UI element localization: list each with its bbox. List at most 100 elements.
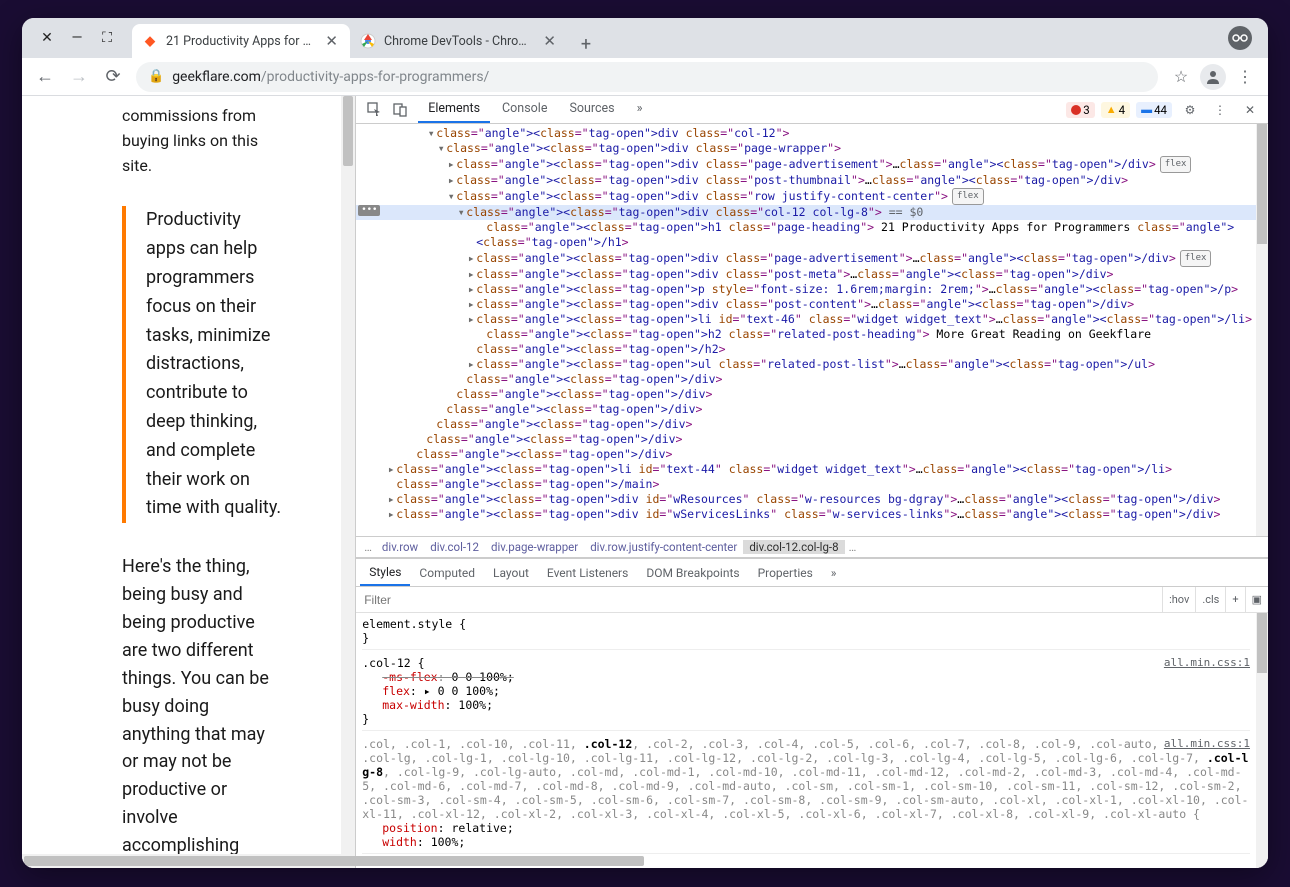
hov-button[interactable]: :hov xyxy=(1162,587,1195,612)
tab-devtools-docs[interactable]: Chrome DevTools - Chrome ✕ xyxy=(350,24,568,58)
tab-event-listeners[interactable]: Event Listeners xyxy=(538,561,637,585)
dom-node[interactable]: class="angle"><class="tag-open">/div> xyxy=(356,387,1256,402)
dom-node[interactable]: ▾class="angle"><class="tag-open">div cla… xyxy=(356,188,1256,205)
dom-node[interactable]: ▸class="angle"><class="tag-open">div cla… xyxy=(356,267,1256,282)
error-badge[interactable]: 3 xyxy=(1066,102,1094,118)
dom-node[interactable]: ▸class="angle"><class="tag-open">div cla… xyxy=(356,173,1256,188)
breadcrumb-overflow-icon[interactable]: … xyxy=(845,540,861,554)
url-text: geekflare.com/productivity-apps-for-prog… xyxy=(172,69,489,85)
dom-node[interactable]: ▸class="angle"><class="tag-open">li id="… xyxy=(356,312,1256,327)
devtools-panel: Elements Console Sources » 3 ▲4 ▬44 ⚙ ⋮ … xyxy=(355,96,1268,868)
dom-node[interactable]: ▾class="angle"><class="tag-open">div cla… xyxy=(356,141,1256,156)
dom-node[interactable]: ▸class="angle"><class="tag-open">ul clas… xyxy=(356,357,1256,372)
dom-scrollbar[interactable] xyxy=(1256,124,1268,536)
dom-node[interactable]: ▸class="angle"><class="tag-open">li id="… xyxy=(356,462,1256,477)
dom-node[interactable]: class="angle"><class="tag-open">/div> xyxy=(356,432,1256,447)
tab-properties[interactable]: Properties xyxy=(749,561,822,585)
menu-icon[interactable]: ⋮ xyxy=(1230,62,1260,92)
dom-node[interactable]: class="angle"><class="tag-open">/div> xyxy=(356,402,1256,417)
maximize-window-icon[interactable]: ⛶ xyxy=(100,31,114,45)
tab-close-icon[interactable]: ✕ xyxy=(541,32,558,50)
horizontal-scrollbar[interactable] xyxy=(22,854,341,868)
breadcrumb-overflow-icon[interactable]: … xyxy=(360,540,376,554)
tab-title: Chrome DevTools - Chrome xyxy=(384,34,533,49)
tab-layout[interactable]: Layout xyxy=(484,561,538,585)
dom-node[interactable]: class="angle"><class="tag-open">/div> xyxy=(356,417,1256,432)
devtools-main-tabs: Elements Console Sources » xyxy=(418,96,652,123)
paragraph: Here's the thing, being busy and being p… xyxy=(122,553,281,868)
new-tab-button[interactable]: + xyxy=(572,30,600,58)
devtools-header-right: 3 ▲4 ▬44 ⚙ ⋮ ✕ xyxy=(1066,99,1262,121)
minimize-window-icon[interactable]: — xyxy=(70,31,84,45)
dom-node[interactable]: class="angle"><class="tag-open">h2 class… xyxy=(356,327,1256,357)
dom-node[interactable]: class="angle"><class="tag-open">/div> xyxy=(356,447,1256,462)
tab-dom-breakpoints[interactable]: DOM Breakpoints xyxy=(637,561,748,585)
dom-node[interactable]: ▸class="angle"><class="tag-open">p style… xyxy=(356,282,1256,297)
address-bar[interactable]: 🔒 geekflare.com/productivity-apps-for-pr… xyxy=(136,62,1158,92)
device-toggle-icon[interactable] xyxy=(388,99,412,121)
settings-icon[interactable]: ⚙ xyxy=(1178,99,1202,121)
tab-elements[interactable]: Elements xyxy=(418,96,490,123)
tab-close-icon[interactable]: ✕ xyxy=(323,32,340,50)
computed-sidebar-icon[interactable]: ▣ xyxy=(1245,587,1268,612)
toolbar-right: ☆ ⋮ xyxy=(1166,62,1260,92)
tab-sources[interactable]: Sources xyxy=(559,96,624,123)
tab-title: 21 Productivity Apps for Pro xyxy=(166,34,315,49)
dom-node[interactable]: class="angle"><class="tag-open">h1 class… xyxy=(356,220,1256,250)
tab-overflow-icon[interactable]: » xyxy=(822,561,846,585)
incognito-icon[interactable] xyxy=(1228,26,1252,50)
error-count: 3 xyxy=(1083,103,1089,117)
dom-node[interactable]: ▾class="angle"><class="tag-open">div cla… xyxy=(356,126,1256,141)
tab-computed[interactable]: Computed xyxy=(410,561,484,585)
tab-console[interactable]: Console xyxy=(492,96,557,123)
dom-node[interactable]: ▸class="angle"><class="tag-open">div cla… xyxy=(356,250,1256,267)
forward-button[interactable]: → xyxy=(64,62,94,92)
dom-tree[interactable]: ▾class="angle"><class="tag-open">div cla… xyxy=(356,124,1256,536)
content-area: commissions from buying links on this si… xyxy=(22,96,1268,868)
reload-button[interactable]: ⟳ xyxy=(98,62,128,92)
tab-styles[interactable]: Styles xyxy=(360,560,410,586)
breadcrumb-item[interactable]: div.page-wrapper xyxy=(485,540,584,554)
dom-node[interactable]: class="angle"><class="tag-open">/div> xyxy=(356,372,1256,387)
dom-node[interactable]: •••▾class="angle"><class="tag-open">div … xyxy=(356,205,1256,220)
breadcrumb-item[interactable]: div.col-12.col-lg-8 xyxy=(743,540,844,554)
breadcrumb-item[interactable]: div.row xyxy=(376,540,424,554)
page-pane: commissions from buying links on this si… xyxy=(22,96,355,868)
styles-tabs: Styles Computed Layout Event Listeners D… xyxy=(356,559,1268,587)
dom-node[interactable]: ▸class="angle"><class="tag-open">div cla… xyxy=(356,156,1256,173)
quote-text: Productivity apps can help programmers f… xyxy=(146,206,281,523)
styles-content[interactable]: element.style {}all.min.css:1.col-12 {-m… xyxy=(356,613,1256,868)
devtools-header: Elements Console Sources » 3 ▲4 ▬44 ⚙ ⋮ … xyxy=(356,96,1268,124)
breadcrumb-item[interactable]: div.row.justify-content-center xyxy=(584,540,743,554)
tab-geekflare[interactable]: ◆ 21 Productivity Apps for Pro ✕ xyxy=(132,24,350,58)
warning-badge[interactable]: ▲4 xyxy=(1101,102,1130,118)
favicon-icon: ◆ xyxy=(142,33,158,49)
styles-scrollbar[interactable] xyxy=(1256,613,1268,868)
cls-button[interactable]: .cls xyxy=(1195,587,1225,612)
profile-icon[interactable] xyxy=(1200,64,1226,90)
bookmark-icon[interactable]: ☆ xyxy=(1166,62,1196,92)
lock-icon: 🔒 xyxy=(148,69,164,84)
back-button[interactable]: ← xyxy=(30,62,60,92)
styles-panel: Styles Computed Layout Event Listeners D… xyxy=(356,558,1268,868)
styles-filter-input[interactable] xyxy=(356,587,1162,612)
dom-node[interactable]: ▸class="angle"><class="tag-open">div id=… xyxy=(356,492,1256,507)
close-devtools-icon[interactable]: ✕ xyxy=(1238,99,1262,121)
tab-overflow-icon[interactable]: » xyxy=(627,96,653,123)
dom-node[interactable]: class="angle"><class="tag-open">/main> xyxy=(356,477,1256,492)
dom-node[interactable]: ▸class="angle"><class="tag-open">div id=… xyxy=(356,507,1256,522)
favicon-icon xyxy=(360,33,376,49)
breadcrumb-item[interactable]: div.col-12 xyxy=(424,540,485,554)
toolbar: ← → ⟳ 🔒 geekflare.com/productivity-apps-… xyxy=(22,58,1268,96)
vertical-scrollbar[interactable] xyxy=(341,96,355,868)
info-badge[interactable]: ▬44 xyxy=(1136,102,1172,118)
browser-window: ✕ — ⛶ ◆ 21 Productivity Apps for Pro ✕ C… xyxy=(22,18,1268,868)
close-window-icon[interactable]: ✕ xyxy=(40,31,54,45)
dom-node[interactable]: ▸class="angle"><class="tag-open">div cla… xyxy=(356,297,1256,312)
new-rule-button[interactable]: + xyxy=(1225,587,1244,612)
tab-strip: ◆ 21 Productivity Apps for Pro ✕ Chrome … xyxy=(132,18,600,58)
blockquote: Productivity apps can help programmers f… xyxy=(122,206,281,523)
inspect-icon[interactable] xyxy=(362,99,386,121)
devtools-menu-icon[interactable]: ⋮ xyxy=(1208,99,1232,121)
title-bar: ✕ — ⛶ ◆ 21 Productivity Apps for Pro ✕ C… xyxy=(22,18,1268,58)
